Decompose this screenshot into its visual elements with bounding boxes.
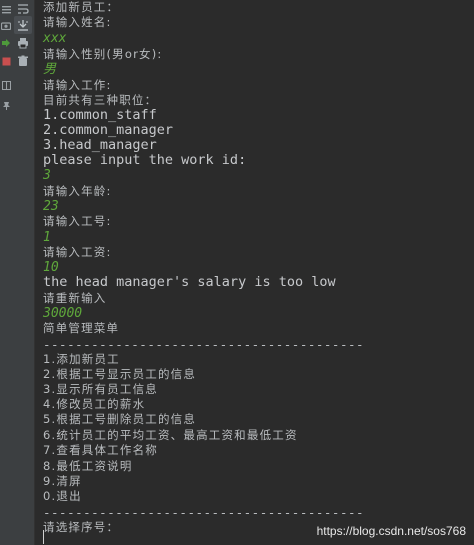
console-user-input: 3 [43,168,51,183]
console-user-input: 10 [43,260,59,275]
text-cursor [43,530,44,544]
console-line: 简单管理菜单 [43,321,120,335]
rerun-icon[interactable] [0,36,12,50]
menu-icon[interactable] [0,2,12,16]
console-line: 请选择序号： [43,520,120,534]
console-line: the head manager's salary is too low [43,274,336,290]
console-toolbar [12,0,35,545]
console-line: 5.根据工号删除员工的信息 [43,412,197,426]
console-line: 添加新员工： [43,0,120,14]
console-line: ---------------------------------------- [43,337,365,352]
console-line: ---------------------------------------- [43,505,365,520]
console-user-input: 男 [43,62,58,77]
console-user-input: xxx [43,31,67,46]
console-line: 3.head_manager [43,137,157,153]
console-line: 请重新输入 [43,291,107,305]
console-user-input: 30000 [43,306,83,321]
scroll-to-end-icon[interactable] [14,16,32,34]
console-line: 6.统计员工的平均工资、最高工资和最低工资 [43,428,298,442]
console-line: 请输入年龄: [43,184,112,198]
pin-icon[interactable] [0,98,12,112]
console-line: 请输入姓名: [43,15,112,29]
console-line: 1.common_staff [43,107,157,123]
console-user-input: 1 [43,230,51,245]
console-line: 3.显示所有员工信息 [43,382,158,396]
stop-icon[interactable] [0,54,12,68]
console-line: 2.根据工号显示员工的信息 [43,367,197,381]
console-line: please input the work id: [43,152,247,168]
console-line: 7.查看具体工作名称 [43,443,158,457]
console-line: 请输入工资: [43,245,112,259]
console-line: 0.退出 [43,489,82,503]
print-icon[interactable] [14,34,32,52]
layout-icon[interactable] [0,78,12,92]
console-line: 2.common_manager [43,122,174,138]
console-line: 目前共有三种职位： [43,93,158,107]
watermark: https://blog.csdn.net/sos768 [314,523,468,539]
console-line: 请输入性别(男or女): [43,47,163,61]
console-line: 9.清屏 [43,474,82,488]
console-user-input: 23 [43,199,59,214]
console-line: 请输入工作: [43,78,112,92]
camera-icon[interactable] [0,18,12,32]
clear-all-icon[interactable] [14,52,32,70]
console-line: 4.修改员工的薪水 [43,397,146,411]
console-line: 8.最低工资说明 [43,459,133,473]
console-output[interactable]: 添加新员工： 请输入姓名: xxx 请输入性别(男or女): 男请输入工作: 目前共有三种… [43,0,474,545]
console-line: 1.添加新员工 [43,352,120,366]
console-line: 请输入工号: [43,214,112,228]
